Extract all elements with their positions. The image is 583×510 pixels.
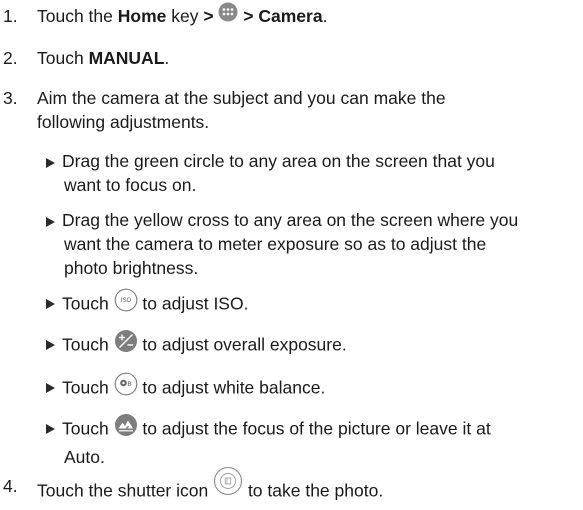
camera-label: > Camera (238, 6, 323, 26)
exposure-icon (114, 329, 138, 359)
instruction-document: 1. Touch the Home key > > Camera. 2. Tou… (0, 0, 583, 501)
step-number: 2. (3, 48, 18, 68)
text-line: Drag the yellow cross to any area on the… (62, 210, 519, 230)
bullet-arrow-icon (46, 299, 55, 309)
text-segment: to take the photo. (243, 480, 384, 501)
bullet-text: Touch B to adjust white balance. (62, 372, 574, 404)
text-segment: Touch (62, 334, 114, 355)
text-segment: to adjust overall exposure. (137, 334, 347, 355)
text-segment: to adjust the focus of the picture or le… (137, 418, 491, 439)
bullet-text: Touch to adjust the focus of the picture… (62, 413, 574, 469)
text-line: want to focus on. (64, 175, 197, 195)
text-segment: key (166, 6, 199, 26)
step-text: Touch the shutter icon to take the photo… (37, 466, 572, 510)
bullet-text: Drag the yellow cross to any area on the… (62, 208, 574, 280)
manual-label: MANUAL (88, 48, 165, 68)
bullet-text: Touch ISO to adjust ISO. (62, 288, 574, 320)
text-line: following adjustments. (37, 112, 210, 132)
shutter-icon (213, 466, 243, 502)
step-number: 1. (3, 6, 18, 26)
text-segment: > (198, 6, 219, 26)
text-segment: Touch (62, 293, 114, 314)
bullet-arrow-icon (46, 217, 55, 227)
step-number: 3. (3, 88, 18, 108)
apps-icon (218, 2, 238, 28)
step-number: 4. (3, 476, 18, 496)
bullet-arrow-icon (46, 383, 55, 393)
white-balance-icon: B (114, 372, 138, 402)
text-segment: . (164, 48, 170, 68)
text-segment: Touch (37, 48, 89, 68)
step-text: Touch the Home key > > Camera. (37, 2, 572, 30)
iso-icon: ISO (114, 288, 138, 318)
text-line: photo brightness. (64, 258, 199, 278)
bullet-text: Touch to adjust overall exposure. (62, 329, 574, 361)
bullet-arrow-icon (46, 424, 55, 434)
text-segment: Touch (62, 418, 114, 439)
text-segment: . (322, 6, 328, 26)
text-segment: Touch the (37, 6, 118, 26)
focus-icon (114, 413, 138, 443)
text-line: want the camera to meter exposure so as … (64, 234, 487, 254)
text-segment: Touch (62, 377, 114, 398)
step-text: Aim the camera at the subject and you ca… (37, 86, 572, 134)
text-segment: to adjust ISO. (137, 293, 249, 314)
home-label: Home (117, 6, 167, 26)
text-line: Auto. (64, 447, 105, 467)
svg-text:ISO: ISO (120, 298, 131, 304)
svg-text:B: B (127, 381, 131, 388)
bullet-text: Drag the green circle to any area on the… (62, 149, 574, 197)
step-text: Touch MANUAL. (37, 46, 572, 70)
text-segment: Touch the shutter icon (37, 480, 214, 501)
text-line: Aim the camera at the subject and you ca… (37, 88, 446, 108)
bullet-arrow-icon (46, 158, 55, 168)
text-line: Drag the green circle to any area on the… (62, 151, 495, 171)
bullet-arrow-icon (46, 340, 55, 350)
text-segment: to adjust white balance. (137, 377, 326, 398)
